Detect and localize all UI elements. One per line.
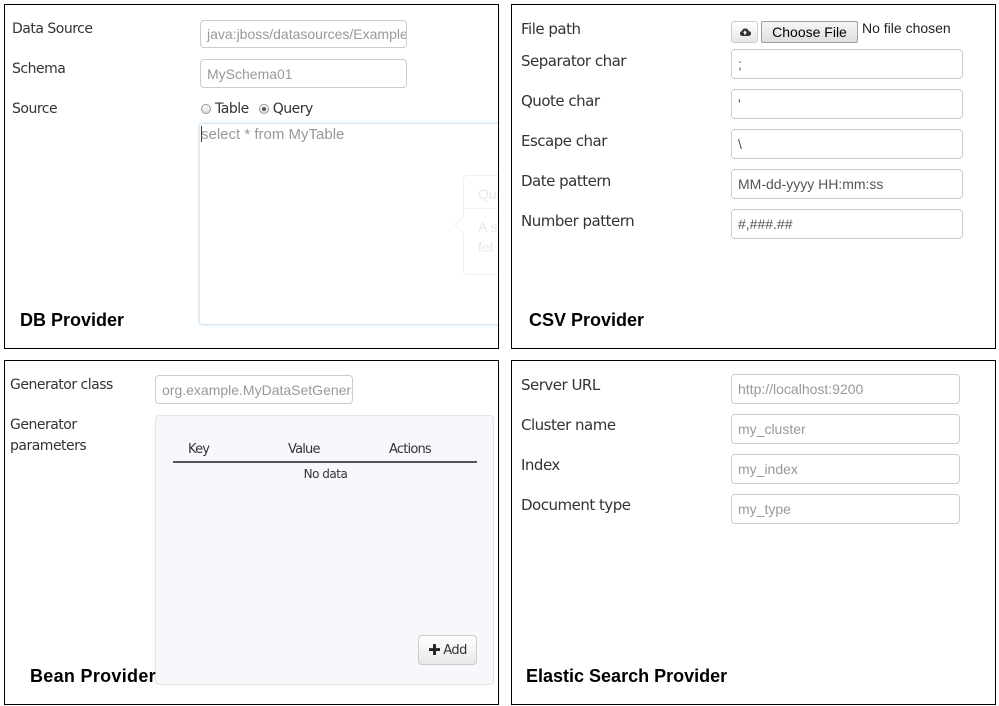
- index-label: Index: [521, 456, 560, 474]
- cluster-name-input[interactable]: my_cluster: [731, 414, 960, 444]
- document-type-input[interactable]: my_type: [731, 494, 960, 524]
- file-status: No file chosen: [862, 20, 951, 36]
- document-type-label: Document type: [521, 496, 631, 514]
- date-pattern-label: Date pattern: [521, 172, 611, 190]
- column-header-actions: Actions: [389, 442, 432, 457]
- source-table-label: Table: [215, 101, 249, 117]
- generator-parameters-table: Key Value Actions No data ✚ Add: [155, 415, 494, 685]
- date-pattern-input[interactable]: MM-dd-yyyy HH:mm:ss: [731, 169, 963, 199]
- source-query-radio[interactable]: [258, 104, 269, 114]
- db-provider-panel: Data Source java:jboss/datasources/Examp…: [4, 4, 499, 349]
- escape-char-input[interactable]: \: [731, 129, 963, 159]
- column-header-key: Key: [188, 442, 210, 457]
- data-source-input[interactable]: java:jboss/datasources/ExampleDS: [200, 20, 407, 48]
- query-help-popover: Que A s fet: [463, 175, 498, 275]
- generator-class-label: Generator class: [10, 377, 113, 393]
- csv-provider-panel: File path Choose File No file chosen Sep…: [511, 4, 996, 349]
- popover-body-line: fet: [478, 239, 494, 255]
- number-pattern-label: Number pattern: [521, 212, 635, 230]
- header-divider: [173, 461, 477, 463]
- schema-input[interactable]: MySchema01: [200, 59, 407, 88]
- elastic-search-provider-panel: Server URL http://localhost:9200 Cluster…: [511, 360, 996, 705]
- escape-char-label: Escape char: [521, 132, 607, 150]
- generator-class-input[interactable]: org.example.MyDataSetGenerator: [155, 375, 353, 404]
- query-placeholder: select * from MyTable: [201, 126, 345, 143]
- server-url-label: Server URL: [521, 376, 600, 394]
- popover-title: Que: [464, 176, 498, 209]
- source-label: Source: [12, 101, 58, 117]
- source-radio-group: Table Query: [201, 101, 313, 117]
- generator-parameters-label: Generator: [10, 417, 77, 433]
- generator-parameters-label: parameters: [10, 438, 87, 454]
- panel-title: CSV Provider: [529, 310, 645, 330]
- add-button-label: Add: [443, 642, 467, 658]
- cloud-upload-icon: [739, 28, 751, 37]
- cluster-name-label: Cluster name: [521, 416, 616, 434]
- add-parameter-button[interactable]: ✚ Add: [418, 635, 477, 665]
- empty-table-message: No data: [303, 467, 348, 481]
- panel-title: Elastic Search Provider: [526, 666, 728, 686]
- index-input[interactable]: my_index: [731, 454, 960, 484]
- source-table-radio[interactable]: [201, 104, 211, 114]
- popover-body-line: A s: [478, 219, 498, 235]
- separator-char-input[interactable]: ;: [731, 49, 963, 79]
- column-header-value: Value: [288, 442, 320, 457]
- number-pattern-input[interactable]: #,###.##: [731, 209, 963, 239]
- separator-char-label: Separator char: [521, 52, 626, 70]
- upload-button[interactable]: [731, 21, 758, 43]
- choose-file-button[interactable]: Choose File: [761, 21, 858, 43]
- panel-title: DB Provider: [20, 310, 125, 330]
- panel-title: Bean Provider: [30, 666, 156, 686]
- quote-char-input[interactable]: ': [731, 89, 963, 119]
- data-source-label: Data Source: [12, 21, 93, 37]
- server-url-input[interactable]: http://localhost:9200: [731, 374, 960, 404]
- bean-provider-panel: Generator class org.example.MyDataSetGen…: [4, 360, 499, 705]
- file-path-label: File path: [521, 20, 581, 38]
- source-query-label: Query: [272, 101, 314, 117]
- plus-icon: ✚: [428, 641, 441, 659]
- quote-char-label: Quote char: [521, 92, 600, 110]
- schema-label: Schema: [12, 61, 66, 77]
